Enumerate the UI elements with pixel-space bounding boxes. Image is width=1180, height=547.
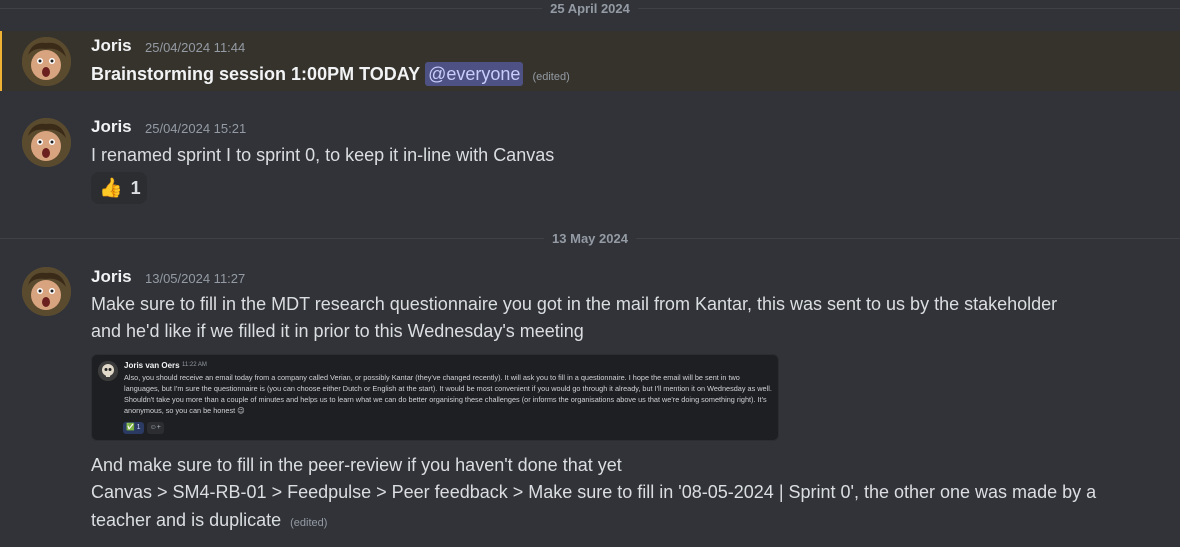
chat-message-list[interactable]: 25 April 2024 Joris 25/04/2024 11:44 Bra… <box>0 0 1180 547</box>
everyone-mention[interactable]: @everyone <box>425 62 524 86</box>
date-divider: 25 April 2024 <box>0 0 1180 19</box>
reaction-thumbs-up[interactable]: 👍 1 <box>91 172 147 204</box>
embed-reaction-check: ✅ 1 <box>123 422 144 434</box>
avatar[interactable] <box>22 118 71 167</box>
message-line: And make sure to fill in the peer-review… <box>91 455 622 475</box>
edited-indicator: (edited) <box>290 517 328 529</box>
message-line: Make sure to fill in the MDT research qu… <box>91 294 1058 314</box>
avatar[interactable] <box>22 267 71 316</box>
message-text: I renamed sprint I to sprint 0, to keep … <box>91 145 555 165</box>
message-content: Brainstorming session 1:00PM TODAY @ever… <box>91 61 570 91</box>
date-divider: 13 May 2024 <box>0 229 1180 249</box>
message-line: Canvas > SM4-RB-01 > Feedpulse > Peer fe… <box>91 482 1097 502</box>
message-line: teacher and is duplicate <box>91 510 282 530</box>
message-line-last: teacher and is duplicate (edited) <box>91 507 327 537</box>
message-timestamp[interactable]: 25/04/2024 11:44 <box>145 40 245 55</box>
message-timestamp[interactable]: 25/04/2024 15:21 <box>145 121 246 136</box>
embed-reactions: ✅ 1 ☺+ <box>123 422 164 434</box>
date-divider-label: 13 May 2024 <box>544 231 636 246</box>
skull-icon <box>98 361 118 381</box>
message-author[interactable]: Joris <box>91 267 132 287</box>
mention-highlight-bar <box>0 31 2 91</box>
image-attachment[interactable]: Joris van Oers 11:22 AM Also, you should… <box>91 354 779 441</box>
message-timestamp[interactable]: 13/05/2024 11:27 <box>145 271 245 286</box>
reaction-count: 1 <box>130 177 141 198</box>
avatar-image <box>22 267 71 316</box>
message-line: and he'd like if we filled it in prior t… <box>91 321 584 341</box>
avatar-image <box>22 118 71 167</box>
embed-time: 11:22 AM <box>182 362 207 368</box>
embed-body: Also, you should receive an email today … <box>124 373 772 415</box>
message-text: Brainstorming session 1:00PM TODAY <box>91 64 421 84</box>
embed-avatar <box>98 361 118 381</box>
date-divider-label: 25 April 2024 <box>542 1 638 16</box>
thumbs-up-icon: 👍 <box>99 177 123 199</box>
edited-indicator: (edited) <box>532 71 570 83</box>
embed-author: Joris van Oers <box>124 361 180 370</box>
add-reaction-icon: ☺+ <box>146 422 164 434</box>
message-author[interactable]: Joris <box>91 117 132 137</box>
message-author[interactable]: Joris <box>91 36 132 56</box>
avatar-image <box>22 37 71 86</box>
avatar[interactable] <box>22 37 71 86</box>
